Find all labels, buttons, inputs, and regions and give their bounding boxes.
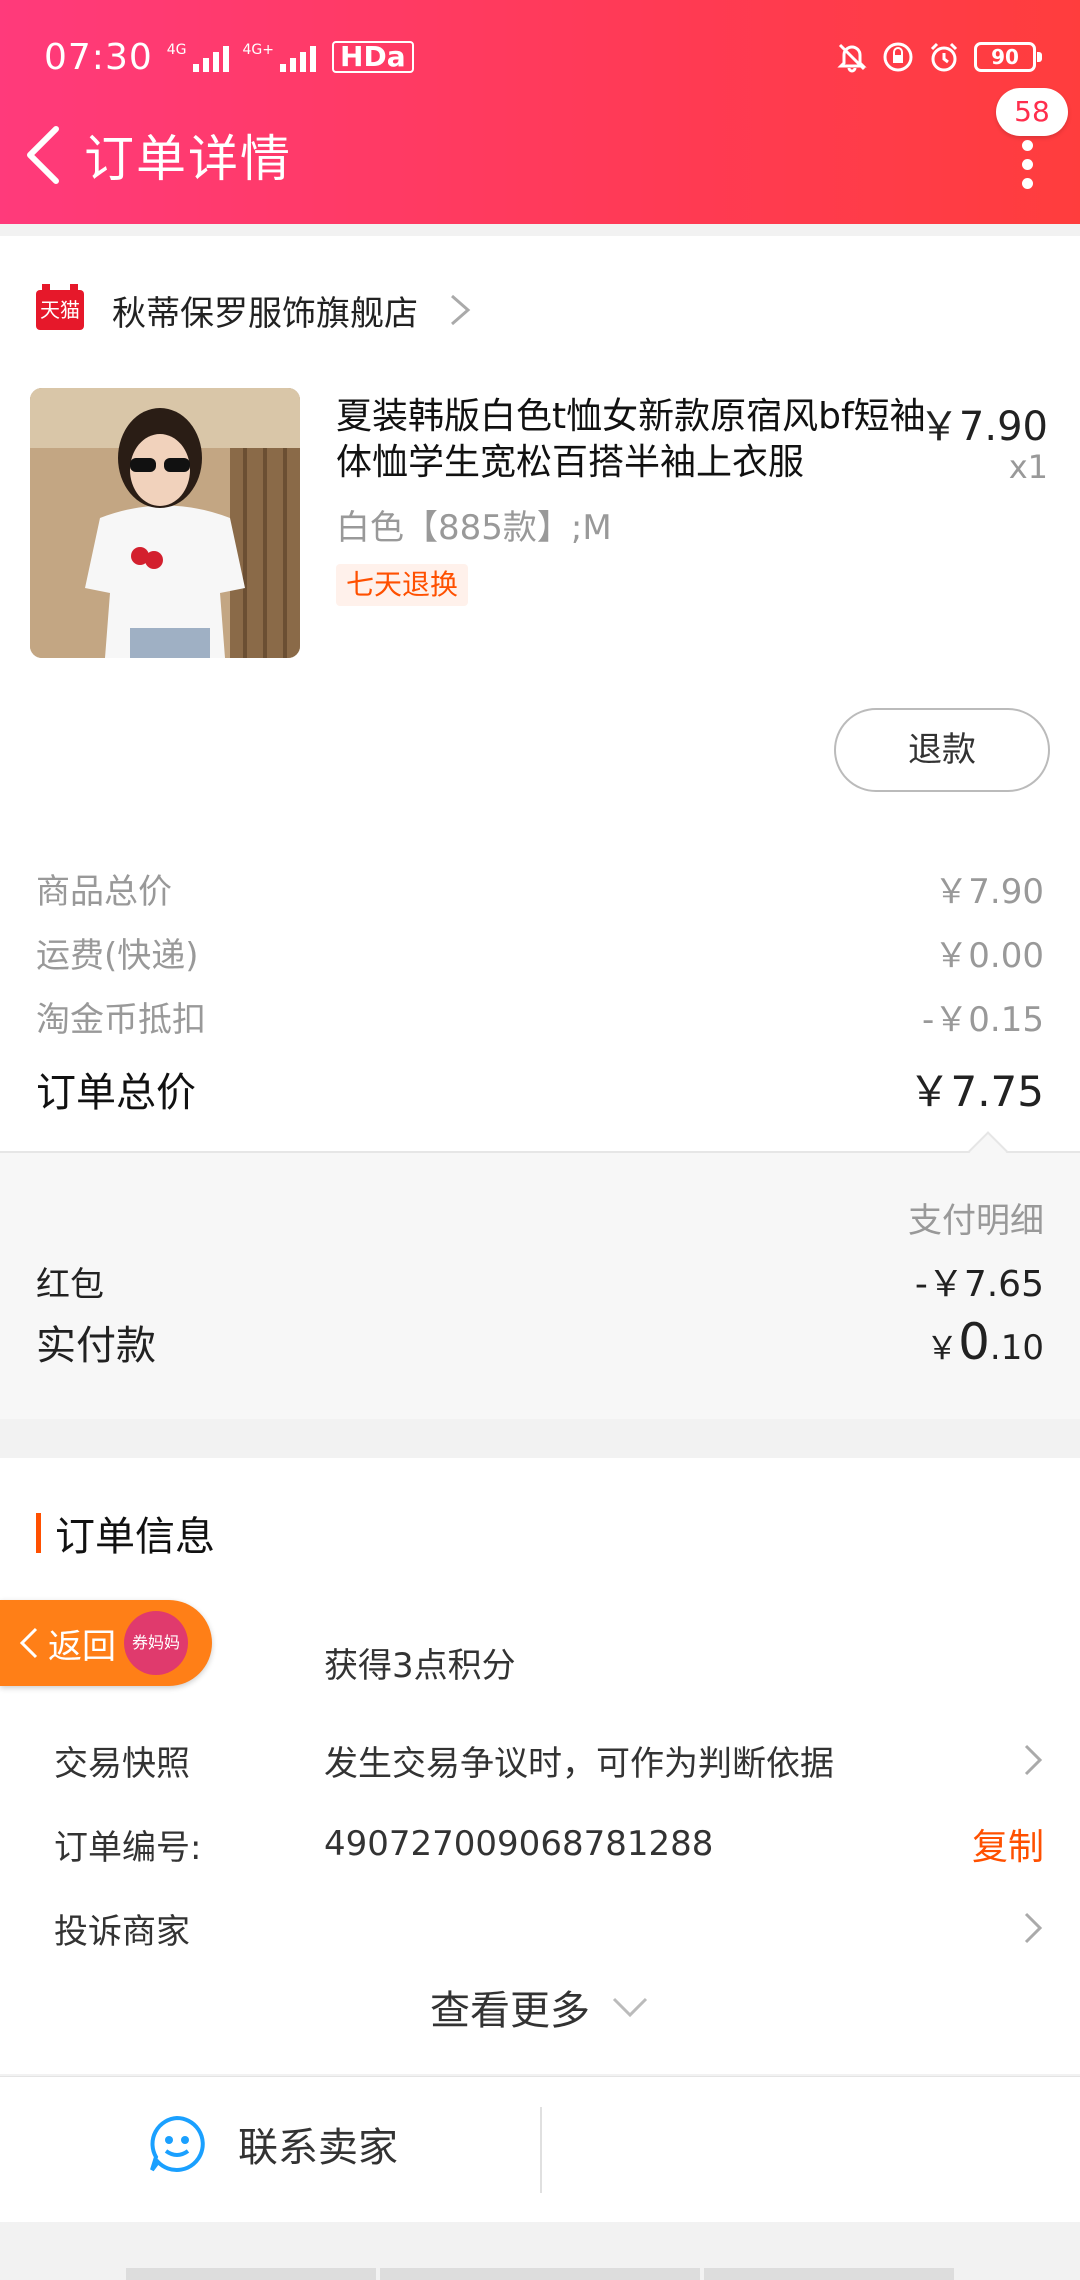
signal-icon-2: 4G+ xyxy=(243,42,317,72)
next-card-peek xyxy=(126,2268,376,2280)
payment-detail-link[interactable]: 支付明细 xyxy=(908,1193,1044,1242)
nav-bar: 订单详情 58 xyxy=(0,88,1080,200)
order-number-row: 订单编号: 490727009068781288 复制 xyxy=(54,1814,1044,1874)
payment-details: 支付明细 红包 -￥7.65 实付款 ￥0.10 xyxy=(0,1131,1080,1419)
contact-seller-button[interactable]: 联系卖家 xyxy=(146,2113,398,2175)
order-total-row: 订单总价 ￥7.75 xyxy=(36,1067,1044,1116)
order-info-title: 订单信息 xyxy=(55,1514,215,1560)
see-more-button[interactable]: 查看更多 xyxy=(0,1978,1080,2036)
battery-icon: 90 xyxy=(974,42,1042,72)
product-thumbnail[interactable] xyxy=(30,388,300,658)
product-title[interactable]: 夏装韩版白色t恤女新款原宿风bf短袖体恤学生宽松百搭半袖上衣服 xyxy=(336,394,926,486)
more-menu-icon[interactable] xyxy=(1016,140,1040,190)
hd-icon: HDa xyxy=(332,41,414,73)
message-count-badge: 58 xyxy=(996,88,1068,136)
status-time: 07:30 xyxy=(44,36,153,78)
shop-link[interactable]: 天猫 秋蒂保罗服饰旗舰店 xyxy=(36,280,472,340)
return-policy-tag: 七天退换 xyxy=(336,564,469,606)
coupon-app-logo: 券妈妈 xyxy=(124,1611,188,1675)
complaint-row[interactable]: 投诉商家 xyxy=(54,1898,1044,1958)
chevron-right-icon xyxy=(1024,1912,1043,1944)
snapshot-row[interactable]: 交易快照 发生交易争议时，可作为判断依据 xyxy=(54,1730,1044,1790)
summary-row: 运费(快递) ￥0.00 xyxy=(36,936,1044,976)
order-info-section: 订单信息 天猫积分 获得3点积分 交易快照 发生交易争议时，可作为判断依据 订单… xyxy=(0,1458,1080,2074)
order-info-header: 订单信息 xyxy=(36,1504,215,1562)
chevron-right-icon xyxy=(1024,1744,1043,1776)
hongbao-row: 红包 -￥7.65 xyxy=(36,1264,1044,1305)
chat-smiley-icon xyxy=(150,2115,205,2172)
bell-muted-icon xyxy=(837,43,867,73)
chevron-down-icon xyxy=(612,1997,648,2018)
next-card-peek xyxy=(704,2268,954,2280)
summary-row: 淘金币抵扣 -￥0.15 xyxy=(36,1000,1044,1040)
chevron-right-icon xyxy=(451,294,471,326)
floating-back-button[interactable]: 返回 券妈妈 xyxy=(0,1600,212,1686)
lock-rotation-icon xyxy=(883,42,913,72)
page-title: 订单详情 xyxy=(84,130,292,188)
summary-row: 商品总价 ￥7.90 xyxy=(36,872,1044,912)
paid-amount-row: 实付款 ￥0.10 xyxy=(36,1313,1044,1371)
paid-amount: ￥0.10 xyxy=(926,1313,1044,1371)
product-quantity: x1 xyxy=(1008,448,1048,486)
app-header: 07:30 4G 4G+ HDa 90 订单详情 58 xyxy=(0,0,1080,224)
refund-button[interactable]: 退款 xyxy=(834,708,1050,792)
signal-icon: 4G xyxy=(167,42,229,72)
copy-button[interactable]: 复制 xyxy=(972,1818,1044,1870)
back-arrow-icon[interactable] xyxy=(16,115,76,195)
chevron-left-icon xyxy=(19,1627,38,1659)
order-card: 天猫 秋蒂保罗服饰旗舰店 夏装韩版白色t恤女新款原宿风bf短袖体恤学生宽松百搭半… xyxy=(0,236,1080,1419)
order-number: 490727009068781288 xyxy=(324,1824,714,1864)
product-spec: 白色【885款】;M xyxy=(336,508,612,548)
product-price: ￥7.90 xyxy=(918,404,1048,450)
next-card-peek xyxy=(380,2268,700,2280)
status-bar: 07:30 4G 4G+ HDa 90 xyxy=(44,32,1042,82)
bottom-action-bar: 联系卖家 xyxy=(0,2076,1080,2222)
shop-name: 秋蒂保罗服饰旗舰店 xyxy=(112,293,418,334)
alarm-icon xyxy=(930,42,958,72)
tmall-logo-icon: 天猫 xyxy=(36,284,84,330)
